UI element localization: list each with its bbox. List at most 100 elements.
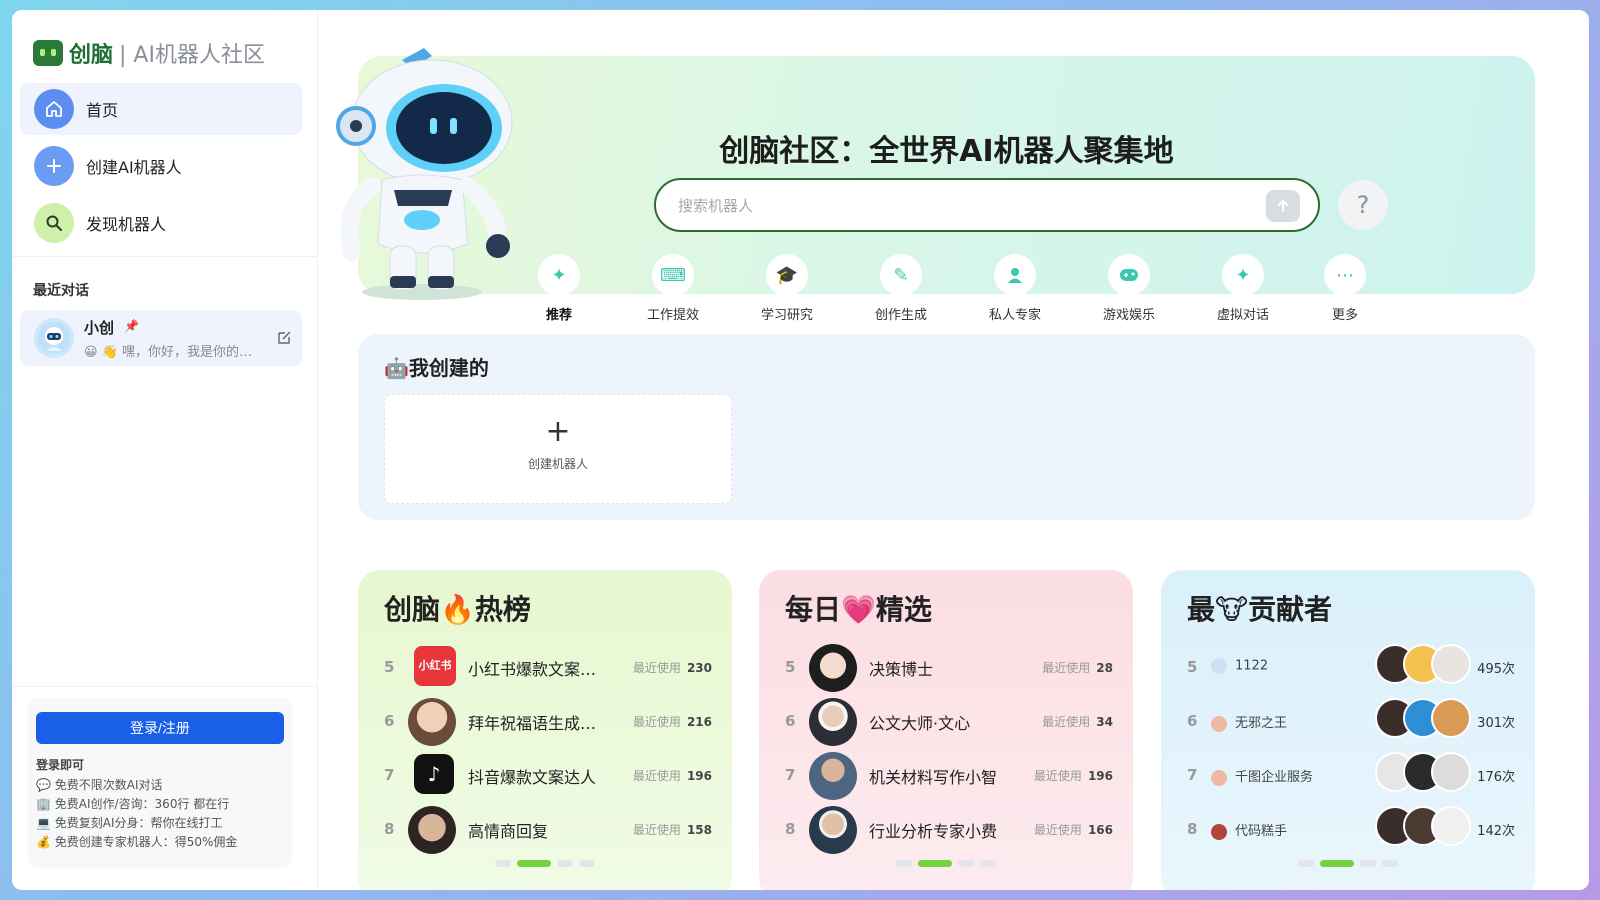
perk-item: 💬 免费不限次数AI对话 xyxy=(36,778,163,792)
hot-ranking-card: 创脑🔥热榜 5 小红书 小红书爆款文案… 最近使用 230 6 拜年祝福语生成… … xyxy=(358,570,732,890)
carousel-dot[interactable] xyxy=(1382,860,1398,867)
edit-icon[interactable] xyxy=(277,330,292,349)
login-register-button[interactable]: 登录/注册 xyxy=(36,712,284,744)
nav-home[interactable]: 首页 xyxy=(20,83,302,135)
bot-name: 小红书爆款文案… xyxy=(468,660,597,679)
list-item[interactable]: 5 1122 495次 xyxy=(1187,642,1515,690)
carousel-dot[interactable] xyxy=(958,860,974,867)
category-games[interactable]: 游戏娱乐 xyxy=(1089,254,1169,323)
create-bot-label: 创建机器人 xyxy=(527,457,588,471)
list-item[interactable]: 8 行业分析专家小费 最近使用 166 xyxy=(785,804,1113,854)
search-input[interactable] xyxy=(678,192,1238,220)
pen-icon: ✎ xyxy=(880,254,922,296)
my-bots-section: 🤖我创建的 + 创建机器人 xyxy=(358,334,1535,520)
sparkle-icon: ✦ xyxy=(1222,254,1264,296)
contributor-name: 1122 xyxy=(1235,658,1269,674)
list-item[interactable]: 8 高情商回复 最近使用 158 xyxy=(384,804,712,854)
bot-avatar-stack xyxy=(1375,698,1471,742)
rank-number: 7 xyxy=(785,766,796,784)
nav-create-bot[interactable]: 创建AI机器人 xyxy=(20,140,302,192)
sidebar: 创脑 | AI机器人社区 首页 创建AI机器人 发现机器人 最近对话 小创 📌 … xyxy=(12,10,318,890)
category-more[interactable]: ⋯ 更多 xyxy=(1305,254,1385,323)
category-expert[interactable]: 私人专家 xyxy=(975,254,1055,323)
category-recommend[interactable]: ✦ 推荐 xyxy=(519,254,599,323)
sparkle-icon: ✦ xyxy=(538,254,580,296)
bot-name: 抖音爆款文案达人 xyxy=(468,768,597,787)
contributor-name-wrap: 代码糕手 xyxy=(1211,820,1287,840)
list-item[interactable]: 5 决策博士 最近使用 28 xyxy=(785,642,1113,692)
rank-number: 8 xyxy=(785,820,796,838)
usage-info: 最近使用 196 xyxy=(1034,767,1113,784)
perk-item: 💻 免费复刻AI分身：帮你在线打工 xyxy=(36,816,223,830)
rank-number: 8 xyxy=(384,820,395,838)
list-item[interactable]: 6 无邪之王 301次 xyxy=(1187,696,1515,744)
nav-discover[interactable]: 发现机器人 xyxy=(20,197,302,249)
my-bots-title: 🤖我创建的 xyxy=(384,356,489,380)
contributor-name: 无邪之王 xyxy=(1235,716,1288,731)
bot-avatar xyxy=(809,698,857,746)
carousel-dot-active[interactable] xyxy=(918,860,952,867)
pin-icon[interactable]: 📌 xyxy=(124,319,139,333)
usage-count: 230 xyxy=(686,661,712,675)
category-virtual[interactable]: ✦ 虚拟对话 xyxy=(1203,254,1283,323)
help-button[interactable]: ? xyxy=(1338,180,1388,230)
bot-avatar xyxy=(1431,752,1471,792)
bot-avatar xyxy=(408,698,456,746)
bot-avatar xyxy=(1431,698,1471,738)
search-box xyxy=(654,178,1320,232)
list-item[interactable]: 5 小红书 小红书爆款文案… 最近使用 230 xyxy=(384,642,712,690)
gamepad-icon xyxy=(1108,254,1150,296)
usage-label: 最近使用 xyxy=(1042,715,1091,729)
category-label: 学习研究 xyxy=(760,308,813,323)
hero-title: 创脑社区：全世界AI机器人聚集地 xyxy=(719,134,1174,169)
contribution-count: 495次 xyxy=(1477,662,1515,677)
carousel-dot-active[interactable] xyxy=(1320,860,1354,867)
contributor-name-wrap: 无邪之王 xyxy=(1211,712,1287,732)
contributor-name-wrap: 1122 xyxy=(1211,658,1268,674)
rank-number: 5 xyxy=(384,658,395,676)
rank-number: 8 xyxy=(1187,820,1198,838)
contributor-name: 代码糕手 xyxy=(1235,824,1288,839)
top-contributors-title: 最🐮贡献者 xyxy=(1187,593,1333,626)
user-avatar xyxy=(1211,658,1227,674)
bot-name: 公文大师·文心 xyxy=(869,714,971,733)
carousel-dot[interactable] xyxy=(1360,860,1376,867)
carousel-dot[interactable] xyxy=(1298,860,1314,867)
carousel-dot-active[interactable] xyxy=(517,860,551,867)
category-work[interactable]: ⌨ 工作提效 xyxy=(633,254,713,323)
carousel-dot[interactable] xyxy=(557,860,573,867)
carousel-dot[interactable] xyxy=(579,860,595,867)
list-item[interactable]: 6 公文大师·文心 最近使用 34 xyxy=(785,696,1113,746)
usage-label: 最近使用 xyxy=(632,661,681,675)
category-study[interactable]: 🎓 学习研究 xyxy=(747,254,827,323)
user-avatar xyxy=(1211,715,1227,732)
logo[interactable]: 创脑 | AI机器人社区 xyxy=(33,38,265,68)
usage-info: 最近使用 166 xyxy=(1034,821,1113,838)
user-avatar xyxy=(1211,769,1227,786)
list-item[interactable]: 8 代码糕手 142次 xyxy=(1187,804,1515,852)
list-item[interactable]: 7 ♪ 抖音爆款文案达人 最近使用 196 xyxy=(384,750,712,798)
bot-name: 拜年祝福语生成… xyxy=(468,714,597,733)
usage-label: 最近使用 xyxy=(1042,661,1091,675)
list-item[interactable]: 7 千图企业服务 176次 xyxy=(1187,750,1515,798)
send-arrow-icon[interactable] xyxy=(1266,190,1300,222)
person-icon xyxy=(994,254,1036,296)
recent-chat-item[interactable]: 小创 📌 😀 👋 嘿，你好，我是你的… xyxy=(20,310,302,366)
category-create[interactable]: ✎ 创作生成 xyxy=(861,254,941,323)
top-contributors-card: 最🐮贡献者 5 1122 495次 6 无邪之王 301次 7 千图企业服务 1… xyxy=(1161,570,1535,890)
carousel-dot[interactable] xyxy=(980,860,996,867)
usage-count: 196 xyxy=(1087,769,1113,783)
usage-count: 196 xyxy=(686,769,712,783)
login-panel: 登录/注册 登录即可 💬 免费不限次数AI对话 🏢 免费AI创作/咨询：360行… xyxy=(28,698,292,868)
carousel-dot[interactable] xyxy=(495,860,511,867)
category-label: 创作生成 xyxy=(874,308,927,323)
usage-count: 216 xyxy=(686,715,712,729)
list-item[interactable]: 6 拜年祝福语生成… 最近使用 216 xyxy=(384,696,712,746)
carousel-dot[interactable] xyxy=(896,860,912,867)
robot-logo-icon xyxy=(33,40,63,66)
nav-home-label: 首页 xyxy=(86,101,119,120)
plus-icon: + xyxy=(545,414,571,449)
create-bot-card[interactable]: + 创建机器人 xyxy=(384,394,732,504)
app-window: 创脑 | AI机器人社区 首页 创建AI机器人 发现机器人 最近对话 小创 📌 … xyxy=(12,10,1589,890)
list-item[interactable]: 7 机关材料写作小智 最近使用 196 xyxy=(785,750,1113,800)
